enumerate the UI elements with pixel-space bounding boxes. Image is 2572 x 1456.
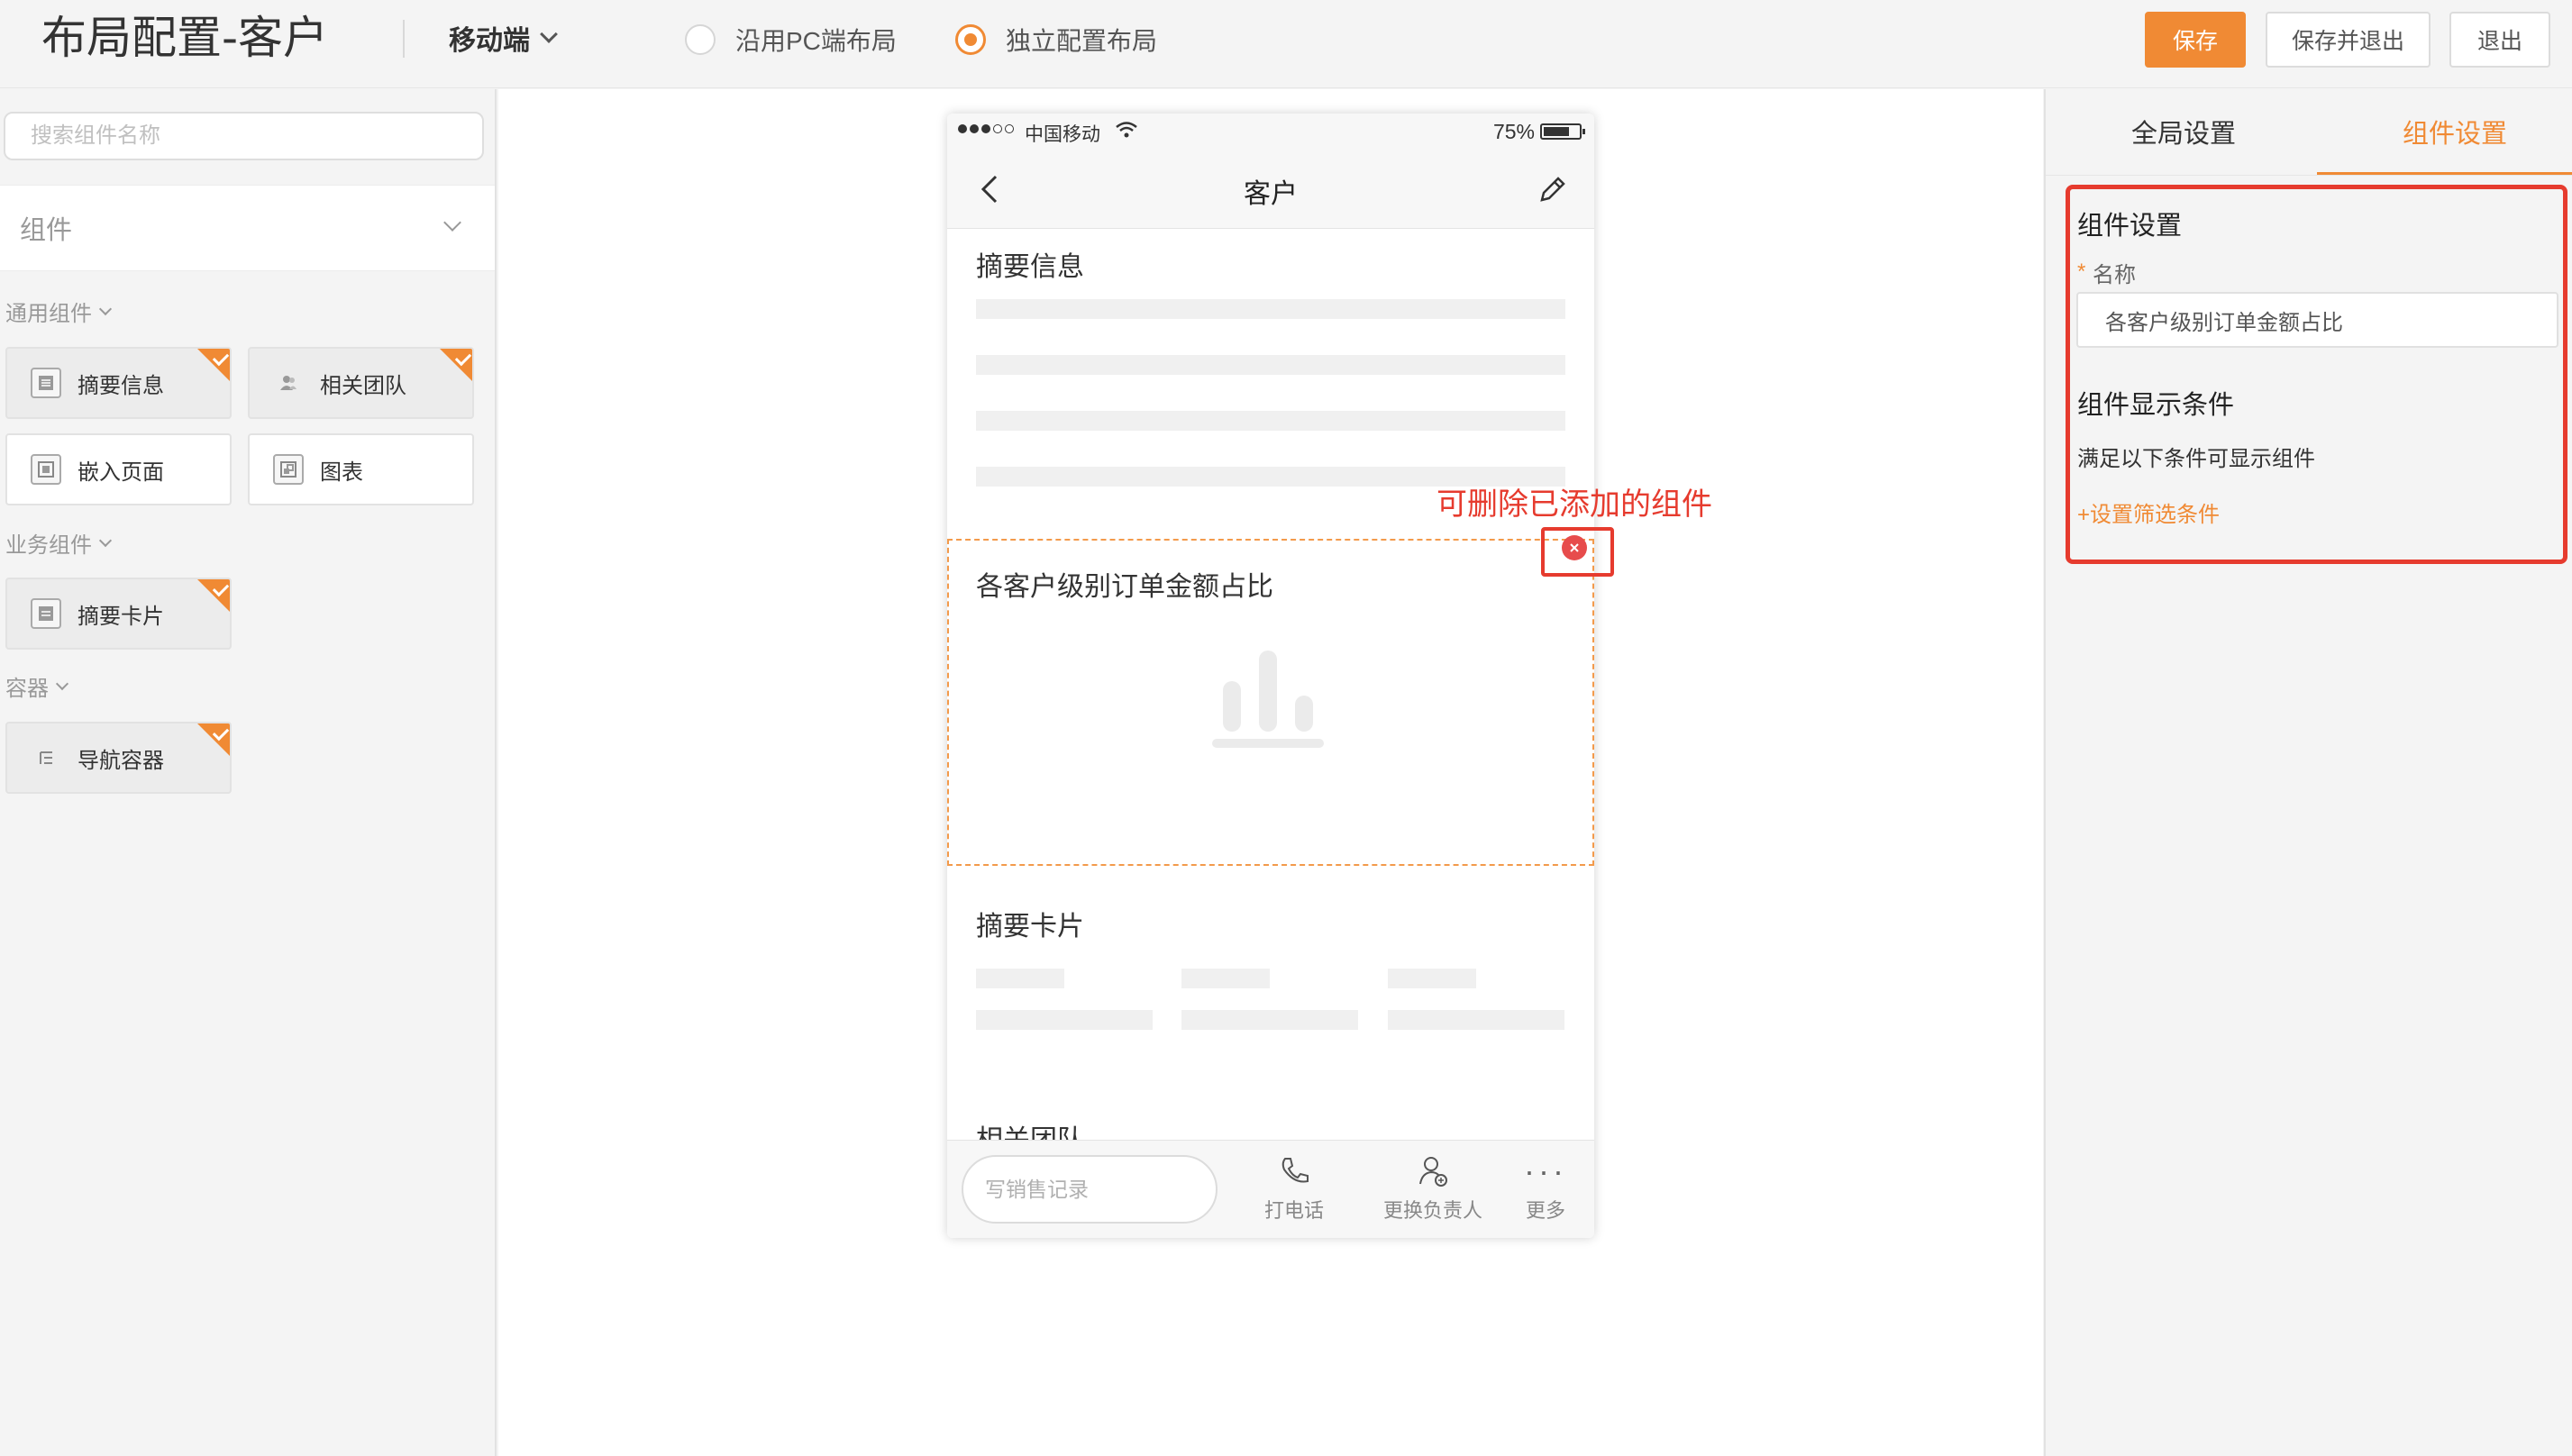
phone-bottom-bar: 打电话 更换负责人 ··· 更多: [947, 1140, 1594, 1238]
component-group-label: 组件: [20, 216, 73, 245]
component-card-related-team[interactable]: 相关团队: [248, 347, 474, 419]
chevron-down-icon: [55, 677, 69, 690]
component-settings-heading: 组件设置: [2077, 212, 2183, 241]
radio-use-pc-layout[interactable]: 沿用PC端布局: [685, 20, 897, 59]
component-card-summary-card[interactable]: 摘要卡片: [5, 578, 232, 650]
radio-independent-layout[interactable]: 独立配置布局: [955, 20, 1157, 59]
skeleton-line: [1388, 1010, 1564, 1030]
phone-icon: [1281, 1158, 1309, 1183]
chevron-down-icon: [98, 302, 113, 315]
component-card-label: 相关团队: [320, 373, 406, 398]
component-card-label: 摘要卡片: [78, 604, 164, 629]
signal-icon: [958, 124, 1014, 133]
skeleton-line: [976, 411, 1565, 431]
summary-icon: [31, 368, 61, 398]
skeleton-line: [976, 1010, 1153, 1030]
battery-icon: [1540, 123, 1585, 140]
radio-unchecked-icon: [685, 24, 716, 55]
wifi-icon: [1116, 122, 1137, 138]
more-label: 更多: [1525, 1199, 1565, 1222]
radio-use-pc-layout-label: 沿用PC端布局: [735, 27, 897, 55]
chevron-down-icon: [443, 214, 461, 232]
annotation-text: 可删除已添加的组件: [1436, 487, 1712, 522]
tab-component-settings[interactable]: 组件设置: [2403, 113, 2507, 150]
delete-component-button[interactable]: [1562, 535, 1587, 560]
device-dropdown[interactable]: 移动端: [449, 16, 558, 59]
phone-nav-title: 客户: [1244, 179, 1298, 209]
component-card-label: 摘要信息: [78, 373, 164, 398]
section-general-components[interactable]: 通用组件: [5, 296, 113, 327]
component-card-nav-container[interactable]: 导航容器: [5, 722, 232, 794]
component-card-embed-page[interactable]: 嵌入页面: [5, 433, 232, 505]
chevron-down-icon: [98, 533, 113, 547]
component-card-label: 导航容器: [78, 748, 164, 773]
component-sidebar: 组件 通用组件 摘要信息 相关团队 嵌入页面 图表 业务组件: [0, 89, 497, 1456]
section-container[interactable]: 容器: [5, 670, 69, 702]
component-search-input[interactable]: [4, 112, 484, 160]
radio-independent-layout-label: 独立配置布局: [1006, 27, 1158, 55]
selected-chart-component[interactable]: 各客户级别订单金额占比: [947, 539, 1594, 866]
phone-nav-bar: 客户: [947, 150, 1594, 229]
section-business-components[interactable]: 业务组件: [5, 527, 113, 559]
page-title: 布局配置-客户: [41, 12, 329, 64]
save-and-exit-button[interactable]: 保存并退出: [2266, 12, 2431, 68]
settings-panel: 全局设置 组件设置 组件设置 * 名称 组件显示条件 满足以下条件可显示组件 +…: [2044, 89, 2572, 1456]
edit-icon[interactable]: [1535, 171, 1571, 207]
set-filter-condition-link[interactable]: +设置筛选条件: [2077, 496, 2220, 528]
skeleton-line: [1388, 969, 1476, 988]
component-card-summary-info[interactable]: 摘要信息: [5, 347, 232, 419]
change-owner-icon: [1419, 1157, 1447, 1187]
skeleton-line: [976, 355, 1565, 375]
more-button[interactable]: ··· 更多: [1524, 1153, 1567, 1224]
embed-page-icon: [31, 454, 61, 485]
exit-button[interactable]: 退出: [2449, 12, 2550, 68]
tab-divider: [2046, 175, 2572, 176]
bar-chart-placeholder-icon: [1212, 651, 1324, 748]
skeleton-line: [976, 969, 1064, 988]
section-summary-info-title: 摘要信息: [976, 252, 1084, 282]
save-button[interactable]: 保存: [2145, 12, 2246, 68]
skeleton-line: [976, 299, 1565, 319]
more-dots-icon: ···: [1524, 1152, 1567, 1189]
active-tab-indicator: [2317, 172, 2572, 175]
tab-global-settings[interactable]: 全局设置: [2131, 113, 2236, 150]
component-card-label: 图表: [320, 460, 363, 485]
chart-icon: [273, 454, 304, 485]
title-divider: [403, 20, 405, 58]
display-condition-heading: 组件显示条件: [2077, 391, 2235, 420]
change-owner-button[interactable]: 更换负责人: [1383, 1153, 1482, 1224]
section-summary-card-title: 摘要卡片: [976, 912, 1084, 942]
carrier-name: 中国移动: [1025, 124, 1100, 145]
chevron-down-icon: [540, 25, 558, 43]
team-icon: [273, 368, 304, 398]
phone-status-bar: 中国移动 75%: [947, 114, 1594, 150]
component-card-chart[interactable]: 图表: [248, 433, 474, 505]
section-label: 业务组件: [5, 533, 92, 558]
change-owner-label: 更换负责人: [1383, 1199, 1483, 1222]
call-button[interactable]: 打电话: [1264, 1153, 1324, 1224]
summary-card-icon: [31, 598, 61, 629]
section-label: 容器: [5, 677, 49, 701]
radio-checked-icon: [955, 24, 986, 55]
skeleton-line: [1181, 969, 1270, 988]
section-label: 通用组件: [5, 302, 92, 326]
top-bar: 布局配置-客户 移动端 沿用PC端布局 独立配置布局 保存 保存并退出 退出: [0, 0, 2572, 88]
close-icon: [1570, 543, 1579, 552]
component-group-header[interactable]: 组件: [0, 185, 495, 271]
display-condition-description: 满足以下条件可显示组件: [2077, 447, 2315, 471]
required-mark: *: [2077, 259, 2086, 284]
component-card-label: 嵌入页面: [78, 460, 164, 485]
chart-component-title: 各客户级别订单金额占比: [976, 572, 1273, 602]
phone-preview: 中国移动 75% 客户 摘要信息 各客户级别订单金额占比 摘要卡片 相关团队: [947, 114, 1594, 1238]
call-label: 打电话: [1264, 1199, 1325, 1222]
component-name-input[interactable]: [2076, 292, 2558, 348]
skeleton-line: [1181, 1010, 1358, 1030]
device-dropdown-label: 移动端: [449, 26, 530, 56]
battery-percent: 75%: [1492, 120, 1535, 143]
sales-note-input[interactable]: [962, 1155, 1218, 1224]
name-field-label: 名称: [2093, 263, 2136, 287]
nav-container-icon: [31, 742, 61, 773]
